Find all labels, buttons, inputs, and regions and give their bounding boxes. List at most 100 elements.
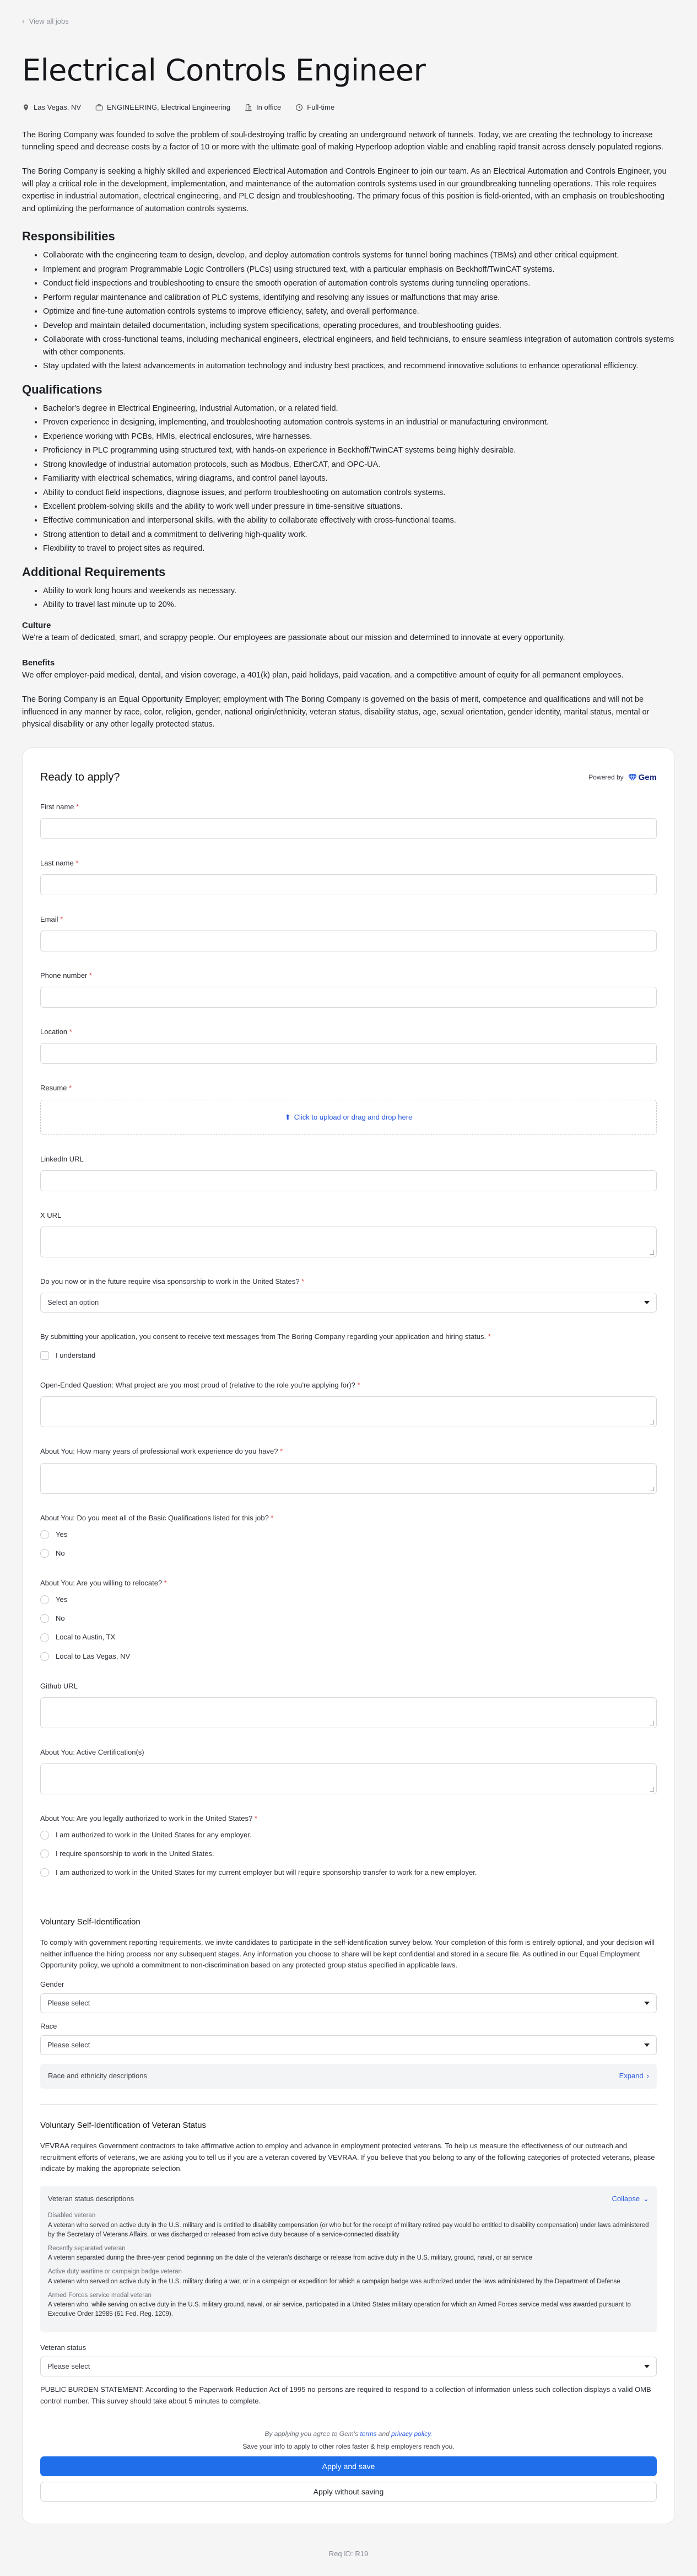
powered-by-gem: Powered by Gem (588, 771, 657, 784)
certifications-field: About You: Active Certification(s) (40, 1747, 657, 1794)
resume-field: Resume * ⬆ Click to upload or drag and d… (40, 1083, 657, 1135)
veteran-category-description: A veteran who, while serving on active d… (48, 2301, 631, 2318)
list-item: Stay updated with the latest advancement… (43, 360, 675, 372)
github-input[interactable] (40, 1697, 657, 1728)
veteran-category-description: A veteran who served on active duty in t… (48, 2222, 649, 2238)
first-name-input[interactable] (40, 818, 657, 839)
last-name-field: Last name * (40, 858, 657, 896)
radio-button[interactable] (40, 1652, 49, 1661)
veteran-category-title: Disabled veteran (48, 2212, 96, 2219)
sms-consent-option[interactable]: I understand (40, 1350, 657, 1361)
radio-option[interactable]: No (40, 1548, 657, 1559)
privacy-policy-link[interactable]: privacy policy. (391, 2430, 432, 2438)
caret-down-icon (644, 2043, 650, 2047)
race-descriptions-toggle[interactable]: Race and ethnicity descriptions Expand › (40, 2064, 657, 2089)
radio-option[interactable]: No (40, 1613, 657, 1624)
apply-and-save-button[interactable]: Apply and save (40, 2456, 657, 2476)
x-url-input[interactable] (40, 1226, 657, 1257)
view-all-jobs-link[interactable]: ‹ View all jobs (22, 15, 675, 28)
gender-select[interactable]: Please select (40, 1993, 657, 2014)
sms-consent-checkbox[interactable] (40, 1351, 49, 1360)
job-description: The Boring Company was founded to solve … (22, 129, 675, 731)
divider (40, 2104, 657, 2105)
radio-option[interactable]: I am authorized to work in the United St… (40, 1830, 657, 1841)
veteran-text: VEVRAA requires Government contractors t… (40, 2141, 655, 2173)
qualifications-heading: Qualifications (22, 382, 102, 396)
radio-button[interactable] (40, 1831, 49, 1840)
radio-button[interactable] (40, 1548, 49, 1558)
veteran-description-item: Disabled veteran A veteran who served on … (48, 2211, 649, 2239)
public-burden-statement: PUBLIC BURDEN STATEMENT: According to th… (40, 2385, 651, 2405)
list-item: Strong knowledge of industrial automatio… (43, 459, 675, 471)
terms-link[interactable]: terms (360, 2430, 376, 2438)
veteran-category-title: Recently separated veteran (48, 2245, 126, 2252)
veteran-section: Voluntary Self-Identification of Veteran… (40, 2119, 657, 2407)
location-input[interactable] (40, 1043, 657, 1064)
intro-paragraph: The Boring Company was founded to solve … (22, 130, 663, 152)
gender-field: Gender Please select (40, 1979, 657, 2014)
apply-without-saving-button[interactable]: Apply without saving (40, 2481, 657, 2502)
caret-down-icon (644, 1301, 650, 1305)
list-item: Familiarity with electrical schematics, … (43, 472, 675, 485)
veteran-heading: Voluntary Self-Identification of Veteran… (40, 2120, 207, 2130)
veteran-description-item: Recently separated veteran A veteran sepa… (48, 2244, 649, 2263)
chevron-down-icon: ⌄ (643, 2195, 649, 2203)
caret-down-icon (644, 2364, 650, 2368)
veteran-status-select[interactable]: Please select (40, 2356, 657, 2376)
list-item: Strong attention to detail and a commitm… (43, 529, 675, 541)
list-item: Collaborate with the engineering team to… (43, 249, 675, 261)
self-identification-text: To comply with government reporting requ… (40, 1938, 655, 1970)
job-title: Electrical Controls Engineer (22, 52, 426, 88)
radio-option[interactable]: Yes (40, 1594, 657, 1605)
x-url-field: X URL (40, 1210, 657, 1257)
veteran-status-field: Veteran status Please select (40, 2342, 657, 2376)
radio-button[interactable] (40, 1614, 49, 1623)
radio-button[interactable] (40, 1849, 49, 1859)
years-experience-input[interactable] (40, 1462, 657, 1494)
linkedin-input[interactable] (40, 1170, 657, 1191)
proud-project-input[interactable] (40, 1396, 657, 1428)
responsibilities-list: Collaborate with the engineering team to… (22, 249, 675, 372)
job-workplace: In office (245, 102, 281, 113)
additional-requirements-list: Ability to work long hours and weekends … (22, 585, 675, 611)
list-item: Ability to travel last minute up to 20%. (43, 599, 675, 611)
chevron-left-icon: ‹ (22, 17, 25, 25)
radio-button[interactable] (40, 1595, 49, 1605)
job-department: ENGINEERING, Electrical Engineering (95, 102, 230, 113)
radio-button[interactable] (40, 1633, 49, 1642)
job-location: Las Vegas, NV (22, 102, 81, 113)
resume-upload-dropzone[interactable]: ⬆ Click to upload or drag and drop here (40, 1099, 657, 1135)
view-all-jobs-label: View all jobs (29, 17, 69, 25)
radio-option[interactable]: Local to Austin, TX (40, 1632, 657, 1643)
basic-qualifications-field: About You: Do you meet all of the Basic … (40, 1513, 657, 1559)
visa-select[interactable]: Select an option (40, 1293, 657, 1313)
role-paragraph: The Boring Company is seeking a highly s… (22, 167, 667, 213)
additional-heading: Additional Requirements (22, 564, 166, 579)
github-field: Github URL (40, 1681, 657, 1728)
relocate-options: Yes No Local to Austin, TX Local to Las Veg… (40, 1594, 657, 1662)
email-input[interactable] (40, 931, 657, 952)
radio-option[interactable]: Local to Las Vegas, NV (40, 1651, 657, 1662)
radio-option[interactable]: Yes (40, 1529, 657, 1540)
radio-option[interactable]: I require sponsorship to work in the Uni… (40, 1848, 657, 1859)
phone-field: Phone number * (40, 970, 657, 1008)
radio-button[interactable] (40, 1868, 49, 1878)
email-field: Email * (40, 914, 657, 952)
radio-option[interactable]: I am authorized to work in the United St… (40, 1867, 657, 1878)
veteran-category-description: A veteran separated during the three-yea… (48, 2255, 533, 2262)
job-employment-type: Full-time (295, 102, 334, 113)
list-item: Perform regular maintenance and calibrat… (43, 292, 675, 304)
last-name-input[interactable] (40, 874, 657, 896)
eeo-paragraph: The Boring Company is an Equal Opportuni… (22, 695, 650, 729)
linkedin-field: LinkedIn URL (40, 1154, 657, 1191)
form-header: Ready to apply? Powered by Gem (40, 769, 657, 786)
first-name-field: First name * (40, 802, 657, 839)
certifications-input[interactable] (40, 1763, 657, 1794)
phone-input[interactable] (40, 987, 657, 1008)
radio-button[interactable] (40, 1530, 49, 1539)
race-select[interactable]: Please select (40, 2035, 657, 2056)
upload-icon: ⬆ (284, 1112, 291, 1121)
agreement-note: By applying you agree to Gem's terms and… (264, 2430, 433, 2438)
veteran-descriptions-collapse[interactable]: Collapse ⌄ (612, 2193, 650, 2204)
veteran-category-description: A veteran who served on active duty in t… (48, 2278, 620, 2285)
